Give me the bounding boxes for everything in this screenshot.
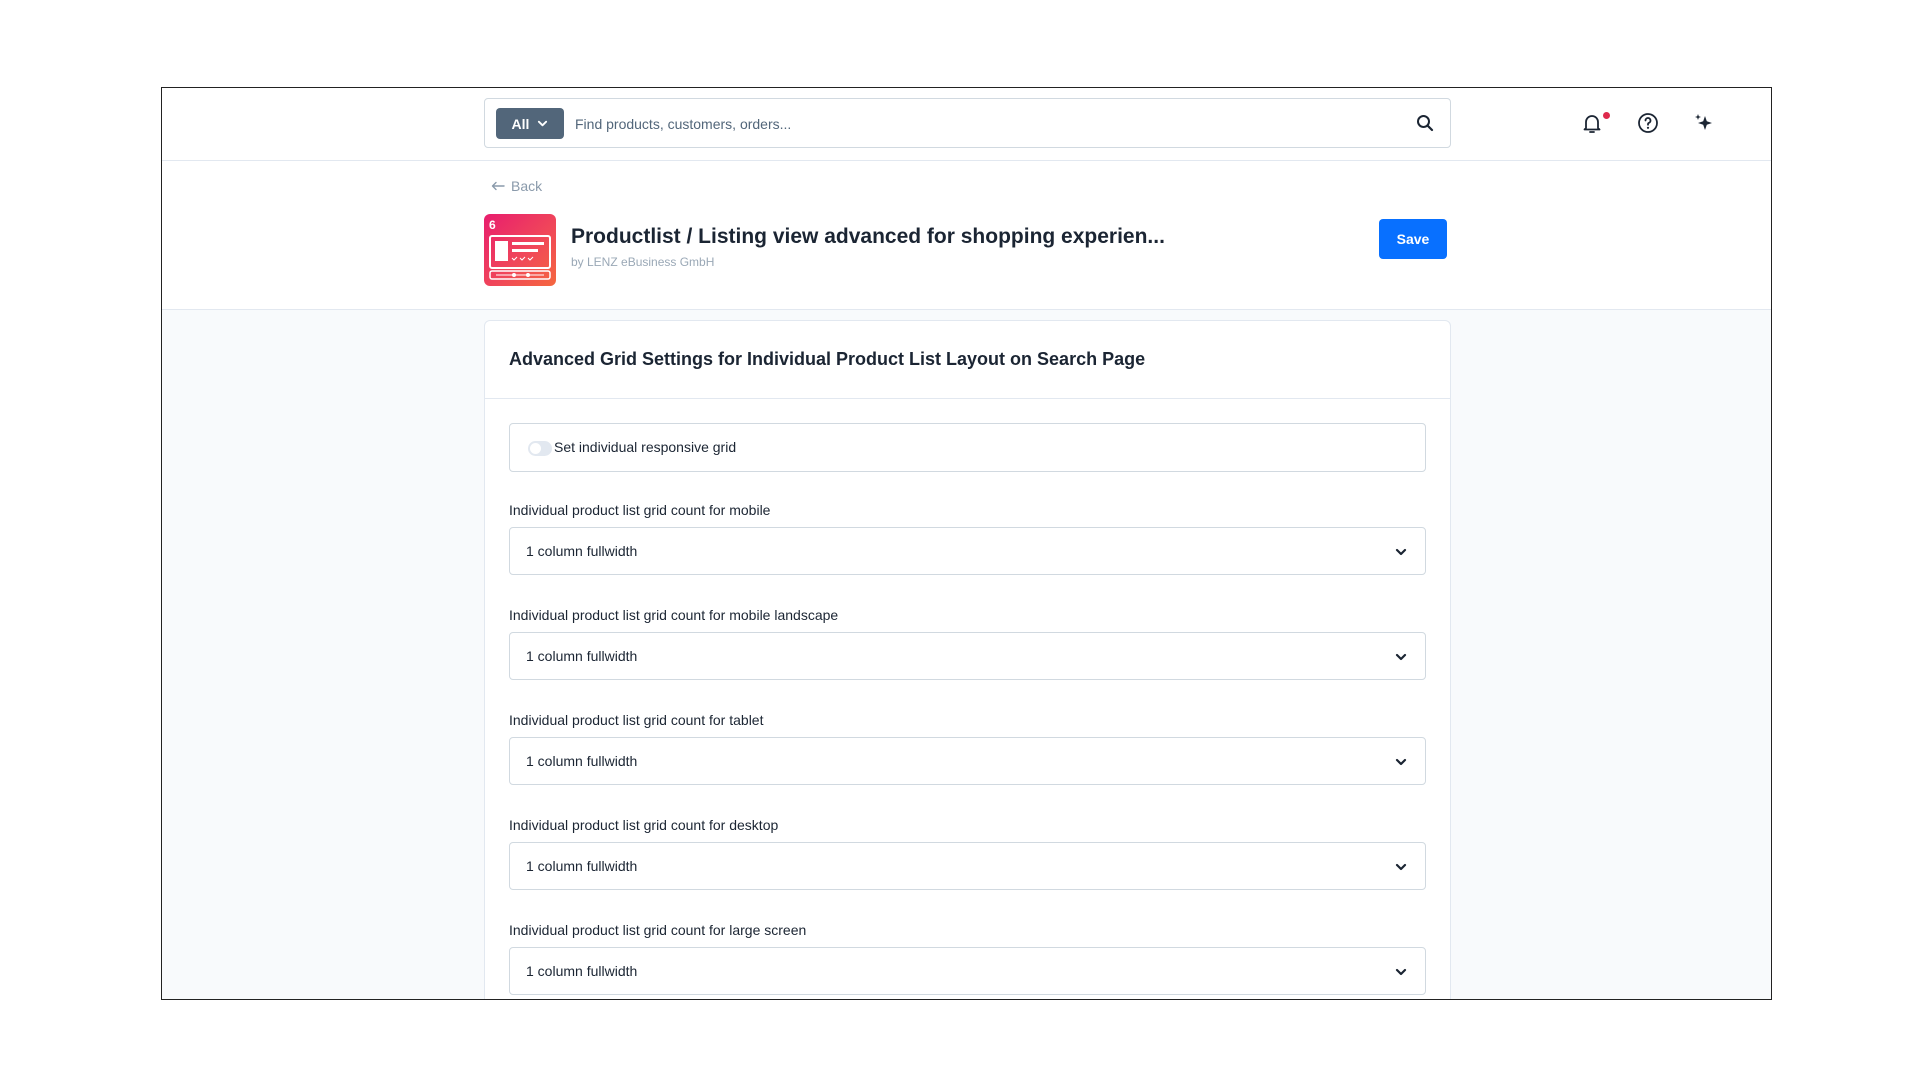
back-label: Back — [511, 178, 543, 194]
card-title: Advanced Grid Settings for Individual Pr… — [485, 321, 1450, 399]
responsive-grid-toggle-row[interactable]: Set individual responsive grid — [509, 423, 1426, 472]
select-value: 1 column fullwidth — [526, 753, 638, 769]
chevron-down-icon — [1395, 758, 1407, 766]
chevron-down-icon — [1395, 968, 1407, 976]
back-link[interactable]: Back — [491, 178, 542, 194]
search-icon[interactable] — [1416, 114, 1434, 132]
select-grid-mobile[interactable]: 1 column fullwidth — [509, 527, 1426, 575]
select-grid-desktop[interactable]: 1 column fullwidth — [509, 842, 1426, 890]
search-scope-label: All — [511, 115, 530, 132]
responsive-grid-switch[interactable] — [528, 441, 552, 456]
field-label-tablet: Individual product list grid count for t… — [509, 712, 764, 728]
save-button[interactable]: Save — [1379, 219, 1447, 259]
select-grid-mobile-landscape[interactable]: 1 column fullwidth — [509, 632, 1426, 680]
select-value: 1 column fullwidth — [526, 543, 638, 559]
logo-badge: 6 — [489, 218, 496, 232]
global-search: All — [484, 98, 1451, 148]
arrow-left-icon — [491, 181, 505, 191]
notification-dot — [1603, 112, 1610, 119]
chevron-down-icon — [1395, 548, 1407, 556]
select-grid-large-screen[interactable]: 1 column fullwidth — [509, 947, 1426, 995]
page-title: Productlist / Listing view advanced for … — [571, 225, 1165, 248]
page-header: Back 6 Productlist / Listing view advanc… — [162, 161, 1771, 310]
field-label-desktop: Individual product list grid count for d… — [509, 817, 779, 833]
select-grid-tablet[interactable]: 1 column fullwidth — [509, 737, 1426, 785]
help-icon[interactable] — [1636, 111, 1660, 135]
search-input[interactable] — [575, 108, 1375, 139]
search-scope-dropdown[interactable]: All — [496, 108, 564, 139]
select-value: 1 column fullwidth — [526, 648, 638, 664]
select-value: 1 column fullwidth — [526, 858, 638, 874]
field-label-large-screen: Individual product list grid count for l… — [509, 922, 807, 938]
top-bar: All — [162, 88, 1771, 161]
app-vendor: by LENZ eBusiness GmbH — [571, 255, 715, 269]
chevron-down-icon — [538, 120, 548, 127]
field-label-mobile: Individual product list grid count for m… — [509, 502, 771, 518]
chevron-down-icon — [1395, 863, 1407, 871]
chevron-down-icon — [1395, 653, 1407, 661]
toggle-label: Set individual responsive grid — [554, 439, 737, 455]
field-label-mobile-landscape: Individual product list grid count for m… — [509, 607, 839, 623]
settings-card: Advanced Grid Settings for Individual Pr… — [484, 320, 1451, 999]
select-value: 1 column fullwidth — [526, 963, 638, 979]
sparkle-icon[interactable] — [1692, 111, 1716, 135]
app-logo: 6 — [484, 214, 556, 286]
bell-icon[interactable] — [1580, 111, 1604, 135]
app-window: All Back — [161, 87, 1772, 1000]
